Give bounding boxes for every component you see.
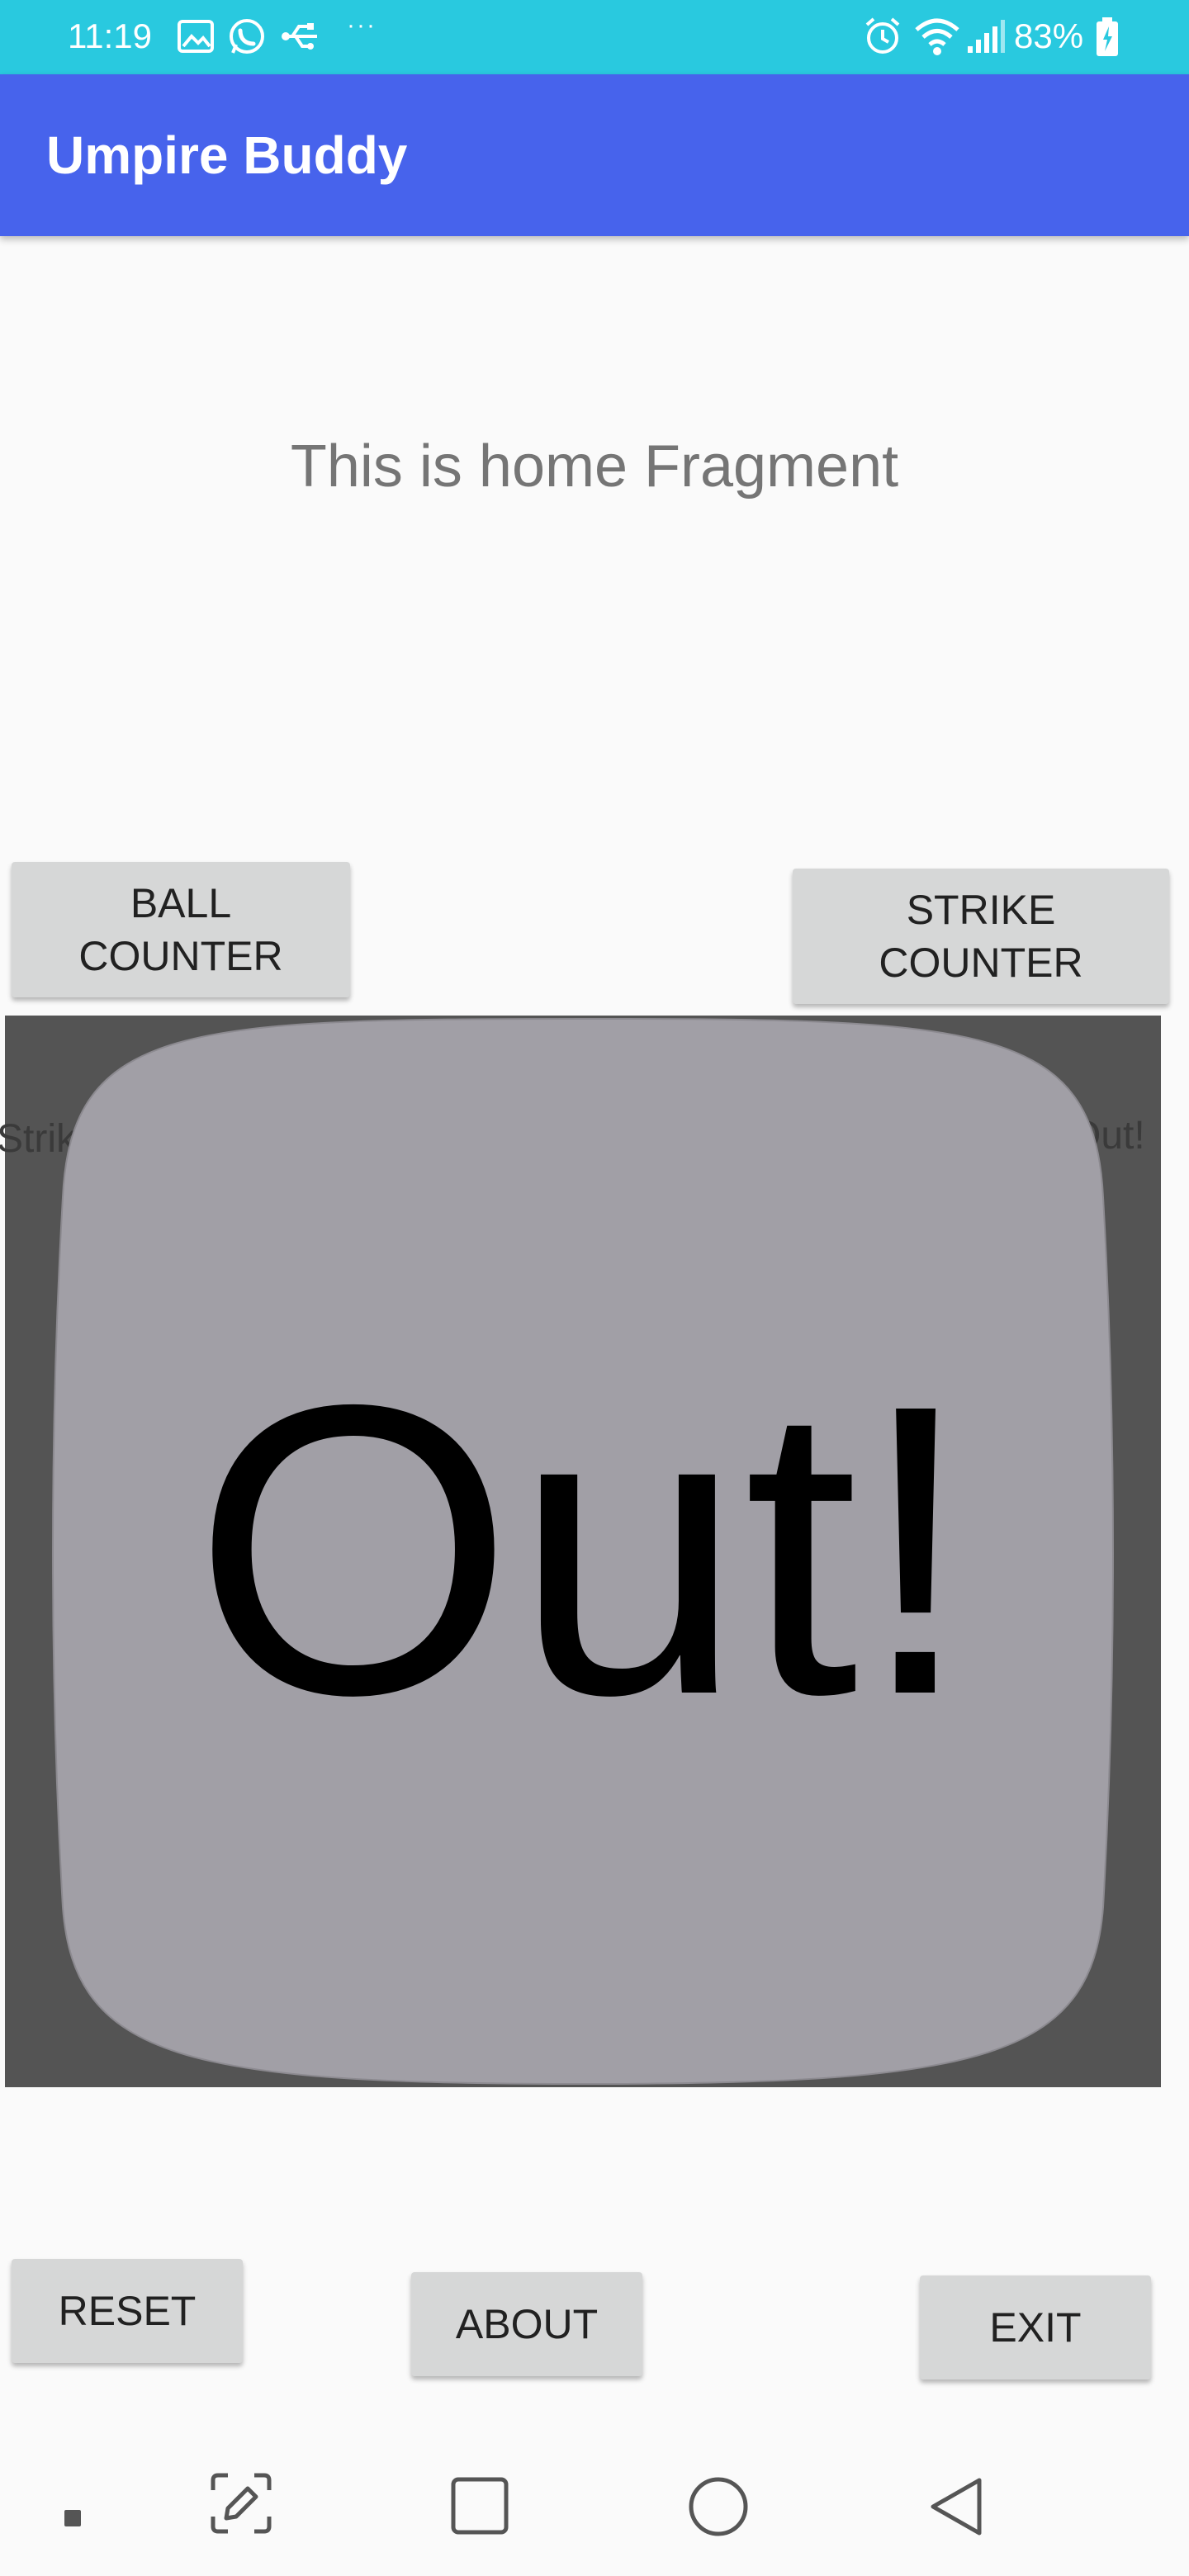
status-time: 11:19 bbox=[68, 17, 152, 55]
usb-icon bbox=[282, 23, 317, 50]
ball-counter-label-line1: BALL bbox=[130, 880, 232, 926]
gallery-icon bbox=[178, 20, 214, 53]
home-icon[interactable] bbox=[687, 2475, 750, 2538]
out-image-text: Out! bbox=[193, 1319, 973, 1780]
screenshot-edit-icon[interactable] bbox=[208, 2470, 274, 2536]
exit-button-label: EXIT bbox=[989, 2304, 1082, 2351]
battery-percent: 83% bbox=[1014, 17, 1084, 55]
app-title: Umpire Buddy bbox=[46, 125, 408, 185]
whatsapp-icon bbox=[230, 19, 264, 54]
wifi-icon bbox=[915, 18, 959, 55]
app-bar: Umpire Buddy bbox=[0, 74, 1189, 236]
about-button-label: ABOUT bbox=[455, 2301, 599, 2347]
navigation-bar bbox=[0, 2427, 1189, 2576]
ball-counter-label-line2: COUNTER bbox=[78, 933, 283, 979]
about-button[interactable]: ABOUT bbox=[411, 2272, 642, 2376]
strike-counter-button[interactable]: STRIKE COUNTER bbox=[793, 869, 1169, 1004]
out-image[interactable]: Out! bbox=[5, 1016, 1161, 2087]
strike-counter-label-line1: STRIKE bbox=[906, 887, 1056, 933]
battery-icon bbox=[1097, 17, 1118, 56]
reset-button[interactable]: RESET bbox=[12, 2259, 243, 2363]
recents-icon[interactable] bbox=[449, 2475, 510, 2536]
small-square-icon[interactable] bbox=[53, 2498, 92, 2538]
ball-counter-button[interactable]: BALL COUNTER bbox=[12, 862, 350, 997]
exit-button[interactable]: EXIT bbox=[920, 2275, 1151, 2379]
signal-icon bbox=[968, 20, 1005, 53]
strike-counter-label-line2: COUNTER bbox=[879, 940, 1083, 986]
back-icon[interactable] bbox=[926, 2475, 986, 2538]
fragment-text: This is home Fragment bbox=[290, 433, 899, 500]
alarm-icon bbox=[865, 17, 900, 54]
reset-button-label: RESET bbox=[58, 2288, 197, 2334]
status-bar: 11:19 ··· 83% bbox=[0, 0, 1189, 74]
overflow-dots: ··· bbox=[347, 12, 377, 39]
